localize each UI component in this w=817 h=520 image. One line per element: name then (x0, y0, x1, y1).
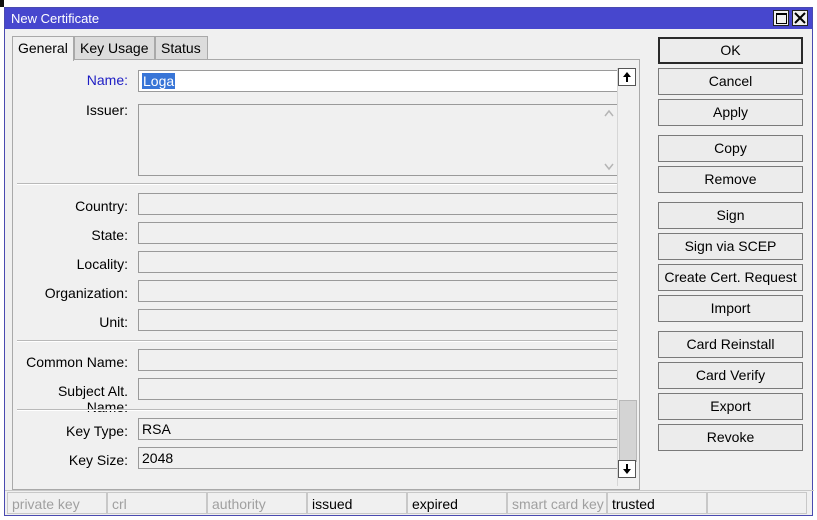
apply-button[interactable]: Apply (658, 99, 803, 126)
status-authority: authority (207, 492, 307, 514)
new-certificate-dialog: New Certificate General Key Usage Status… (4, 7, 814, 516)
key-size-field[interactable]: 2048 (138, 447, 620, 469)
tab-general[interactable]: General (12, 36, 74, 61)
separator (17, 340, 619, 342)
title-bar[interactable]: New Certificate (5, 8, 812, 29)
card-reinstall-button[interactable]: Card Reinstall (658, 331, 803, 358)
tab-key-usage[interactable]: Key Usage (74, 36, 155, 60)
state-label: State: (91, 227, 128, 243)
remove-button[interactable]: Remove (658, 166, 803, 193)
common-name-label: Common Name: (26, 354, 128, 370)
close-icon[interactable] (792, 10, 808, 26)
country-field[interactable] (138, 193, 620, 215)
sign-button[interactable]: Sign (658, 202, 803, 229)
unit-label: Unit: (99, 314, 128, 330)
scrollbar-thumb[interactable] (619, 400, 637, 462)
form-scrollbar[interactable] (617, 68, 638, 486)
revoke-button[interactable]: Revoke (658, 424, 803, 451)
locality-label: Locality: (76, 256, 128, 272)
window-title: New Certificate (11, 11, 100, 26)
status-issued: issued (307, 492, 407, 514)
chevron-down-icon[interactable] (604, 162, 614, 172)
state-field[interactable] (138, 222, 620, 244)
sign-via-scep-button[interactable]: Sign via SCEP (658, 233, 803, 260)
ok-button[interactable]: OK (658, 37, 803, 64)
export-button[interactable]: Export (658, 393, 803, 420)
import-button[interactable]: Import (658, 295, 803, 322)
tab-status[interactable]: Status (155, 36, 208, 60)
background-text-fragment (0, 0, 4, 7)
status-empty (707, 492, 807, 514)
scroll-down-icon[interactable] (618, 460, 636, 478)
status-private-key: private key (7, 492, 107, 514)
issuer-label: Issuer: (85, 102, 128, 118)
name-value: Loga (142, 73, 176, 89)
organization-field[interactable] (138, 280, 620, 302)
subject-alt-name-field[interactable] (138, 378, 620, 400)
key-size-label: Key Size: (68, 452, 128, 468)
name-input[interactable]: Loga (138, 70, 620, 92)
status-trusted: trusted (607, 492, 707, 514)
country-label: Country: (75, 198, 128, 214)
separator (17, 183, 619, 185)
name-label: Name: (86, 72, 128, 88)
cancel-button[interactable]: Cancel (658, 68, 803, 95)
issuer-textarea[interactable] (138, 104, 620, 176)
key-type-field[interactable]: RSA (138, 418, 620, 440)
locality-field[interactable] (138, 251, 620, 273)
common-name-field[interactable] (138, 349, 620, 371)
key-type-label: Key Type: (65, 423, 128, 439)
copy-button[interactable]: Copy (658, 135, 803, 162)
create-cert-request-button[interactable]: Create Cert. Request (658, 264, 803, 291)
status-expired: expired (407, 492, 507, 514)
card-verify-button[interactable]: Card Verify (658, 362, 803, 389)
scroll-up-icon[interactable] (618, 68, 636, 86)
separator (17, 409, 619, 411)
status-crl: crl (107, 492, 207, 514)
general-panel: Name: Loga Issuer: Country: State: Local… (12, 59, 640, 490)
maximize-icon[interactable] (773, 10, 789, 26)
chevron-up-icon[interactable] (604, 108, 614, 118)
unit-field[interactable] (138, 309, 620, 331)
status-smart-card-key: smart card key (507, 492, 607, 514)
organization-label: Organization: (44, 285, 128, 301)
status-bar: private key crl authority issued expired… (5, 490, 814, 516)
